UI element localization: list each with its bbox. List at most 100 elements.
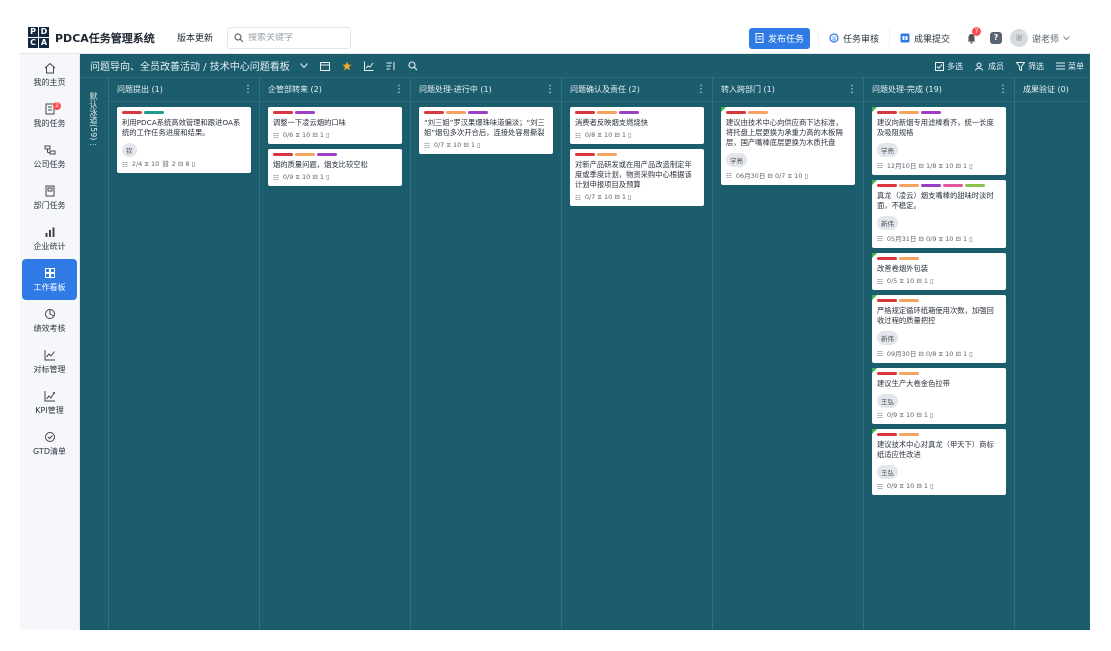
- version-update-link[interactable]: 版本更新: [177, 31, 227, 44]
- card-title: “刘三姐”罗汉果爆珠味道偏淡；“刘三姐”烟包多次开合后，连接处容易撕裂: [424, 118, 545, 137]
- checklist-icon: ☷: [273, 131, 279, 140]
- card-tags: [877, 184, 1001, 188]
- task-card[interactable]: 真龙（凌云）烟支嘴棒的甜味时淡时面，不稳定。 新伟 ☷ 05月31日 ⊟ 0/9 ⧖ …: [872, 180, 1006, 248]
- task-card[interactable]: 改善卷烟外包装 ☷ 0/5 ⧖ 10 ⊟ 1 ▯: [872, 253, 1006, 290]
- header-actions: 发布任务 @ 任务审核 成果提交 7 ? 谢 谢老师: [748, 22, 1090, 54]
- task-card[interactable]: 烟的质量问题，烟支比较空松 ☷ 0/9 ⧖ 10 ⊟ 1 ▯: [268, 149, 402, 186]
- more-vertical-icon[interactable]: ⋮: [696, 84, 706, 95]
- search-box[interactable]: [227, 26, 351, 49]
- card-meta: ☷ 2/4 ⧖ 10 ⛓ 2 ⊟ 8 ▯: [122, 160, 246, 169]
- task-card[interactable]: 利用PDCA系统高效管理和跟进OA系统的工作任务进度和结果。钦 ☷ 2/4 ⧖ 10…: [117, 107, 251, 173]
- user-menu[interactable]: 谢 谢老师: [1010, 29, 1090, 47]
- column-title: 问题处理-进行中 (1): [419, 85, 492, 94]
- card-owner: 学亮: [877, 143, 898, 157]
- performance-icon: [44, 308, 55, 319]
- card-meta: ☷ 0/6 ⧖ 10 ⊟ 1 ▯: [273, 131, 397, 140]
- sidebar-item-label: 工作看板: [33, 282, 66, 292]
- tag-color-bar: [446, 111, 466, 114]
- star-icon[interactable]: [342, 61, 352, 71]
- task-card[interactable]: 建议生产大卷金色拉带 王弘 ☷ 0/9 ⧖ 10 ⊟ 1 ▯: [872, 368, 1006, 424]
- search-icon[interactable]: [408, 60, 418, 71]
- sidebar-item-label: 部门任务: [33, 200, 66, 210]
- card-title: 消费者反映烟支燃烧快: [575, 118, 648, 127]
- sidebar-item-kpi[interactable]: KPI管理: [20, 382, 79, 423]
- sidebar-item-company[interactable]: 公司任务: [20, 136, 79, 177]
- task-review-button[interactable]: @ 任务审核: [817, 29, 889, 47]
- sidebar-item-performance[interactable]: 绩效考核: [20, 300, 79, 341]
- sidebar-item-label: 对标管理: [33, 364, 66, 374]
- filter-icon: [1016, 61, 1025, 71]
- card-meta-text: 12月10日 ⊟ 1/8 ⧖ 10 ⊟ 1 ▯: [886, 162, 973, 170]
- more-vertical-icon[interactable]: ⋮: [243, 84, 253, 95]
- card-meta-text: 0/9 ⧖ 10 ⊟ 1 ▯: [886, 411, 934, 419]
- sidebar-item-label: 绩效考核: [33, 323, 66, 333]
- more-vertical-icon[interactable]: ⋮: [545, 84, 555, 95]
- more-icon[interactable]: ⋯: [89, 140, 108, 149]
- task-card[interactable]: 严格规定循环纸箱使用次数，加强回收过程的质量把控 新伟 ☷ 09月30日 ⊟ 0/8 …: [872, 295, 1006, 363]
- checklist-icon: ☷: [877, 161, 883, 170]
- more-vertical-icon[interactable]: ⋮: [847, 84, 857, 95]
- menu-button[interactable]: 菜单: [1056, 61, 1084, 72]
- calendar-icon[interactable]: [319, 61, 330, 71]
- column-title: 问题处理-完成 (19): [872, 85, 942, 94]
- sort-icon[interactable]: [386, 61, 396, 71]
- card-owner: 学亮: [726, 153, 747, 167]
- help-button[interactable]: ?: [990, 32, 1002, 44]
- card-tags: [575, 153, 699, 157]
- chevron-down-icon: [1063, 35, 1070, 40]
- kanban-board: 问题导向、全员改善活动 / 技术中心问题看板 多选 成员 筛选 菜单 默认泳道(…: [80, 54, 1090, 630]
- sidebar-item-line-chart[interactable]: 对标管理: [20, 341, 79, 382]
- sidebar-item-home[interactable]: 我的主页: [20, 54, 79, 95]
- sidebar-item-board[interactable]: 工作看板: [22, 259, 77, 300]
- tag-color-bar: [468, 111, 488, 114]
- members-button[interactable]: 成员: [975, 61, 1004, 72]
- task-card[interactable]: 调整一下凌云烟的口味 ☷ 0/6 ⧖ 10 ⊟ 1 ▯: [268, 107, 402, 144]
- tag-color-bar: [899, 299, 919, 302]
- column-header: 问题处理-进行中 (1) ⋮: [411, 78, 561, 102]
- task-review-label: 任务审核: [842, 34, 879, 45]
- sidebar-item-gtd[interactable]: GTD清单: [20, 423, 79, 464]
- tag-color-bar: [144, 111, 164, 114]
- board-column: 转入跨部门 (1) ⋮ 建议由技术中心向供应商下达标准，将托盘上层更换为承重力高的木…: [713, 78, 864, 630]
- card-meta-text: 09月30日 ⊟ 0/8 ⧖ 10 ⊟ 1 ▯: [886, 350, 973, 358]
- board-icon: [44, 267, 55, 278]
- filter-button[interactable]: 筛选: [1016, 61, 1044, 72]
- card-meta-text: 0/7 ⧖ 10 ⊟ 1 ▯: [584, 193, 632, 201]
- publish-task-button[interactable]: 发布任务: [748, 27, 810, 49]
- board-column: 成果验证 (0): [1015, 78, 1090, 630]
- logo-letter: D: [39, 27, 49, 37]
- collapsed-swimlane[interactable]: 默认泳道(59) ⋯: [80, 78, 109, 630]
- tag-color-bar: [921, 184, 941, 187]
- task-card[interactable]: 建议技术中心对真龙（甲天下）商标纸适应性改进 王弘 ☷ 0/9 ⧖ 10 ⊟ 1 ▯: [872, 429, 1006, 495]
- more-vertical-icon[interactable]: ⋮: [394, 84, 404, 95]
- result-submit-button[interactable]: 成果提交: [888, 29, 960, 47]
- task-card[interactable]: 建议向新烟专用滤棒看齐，统一长度及吸阻规格 学亮 ☷ 12月10日 ⊟ 1/8 ⧖ 1…: [872, 107, 1006, 175]
- board-column: 问题处理-完成 (19) ⋮ 建议向新烟专用滤棒看齐，统一长度及吸阻规格 学亮 ☷ 12月…: [864, 78, 1015, 630]
- sidebar-item-bar-chart[interactable]: 企业统计: [20, 218, 79, 259]
- card-title: 调整一下凌云烟的口味: [273, 118, 346, 127]
- task-card[interactable]: 对新产品研发或在用产品改造制定年度或季度计划，物资采购中心根据该计划申报项目及预…: [570, 149, 704, 206]
- app-logo: P D C A: [28, 27, 49, 48]
- tag-color-bar: [597, 111, 617, 114]
- column-header: 问题确认及责任 (2) ⋮: [562, 78, 712, 102]
- sidebar-item-department[interactable]: 部门任务: [20, 177, 79, 218]
- card-meta-text: 2/4 ⧖ 10 ⛓ 2 ⊟ 8 ▯: [131, 160, 196, 168]
- sidebar-item-task[interactable]: 我的任务 2: [20, 95, 79, 136]
- more-vertical-icon[interactable]: ⋮: [998, 84, 1008, 95]
- trend-chart-icon[interactable]: [363, 61, 374, 71]
- card-tags: [877, 433, 1001, 437]
- card-meta-text: 0/8 ⧖ 10 ⊟ 1 ▯: [584, 131, 632, 139]
- card-owner: 钦: [122, 143, 137, 157]
- task-card[interactable]: 建议由技术中心向供应商下达标准，将托盘上层更换为承重力高的木板隔层，国产嘴棒底层…: [721, 107, 855, 185]
- search-input[interactable]: [248, 32, 343, 43]
- card-title: 改善卷烟外包装: [877, 264, 929, 273]
- notification-button[interactable]: 7: [960, 26, 982, 44]
- checklist-icon: ☷: [877, 349, 883, 358]
- document-icon: [755, 33, 764, 43]
- chevron-down-icon[interactable]: [299, 62, 308, 69]
- task-card[interactable]: “刘三姐”罗汉果爆珠味道偏淡；“刘三姐”烟包多次开合后，连接处容易撕裂 ☷ 0/7 …: [419, 107, 553, 154]
- multi-select-button[interactable]: 多选: [935, 61, 963, 72]
- multi-select-icon: [935, 61, 944, 71]
- task-card[interactable]: 消费者反映烟支燃烧快 ☷ 0/8 ⧖ 10 ⊟ 1 ▯: [570, 107, 704, 144]
- column-header: 问题处理-完成 (19) ⋮: [864, 78, 1014, 102]
